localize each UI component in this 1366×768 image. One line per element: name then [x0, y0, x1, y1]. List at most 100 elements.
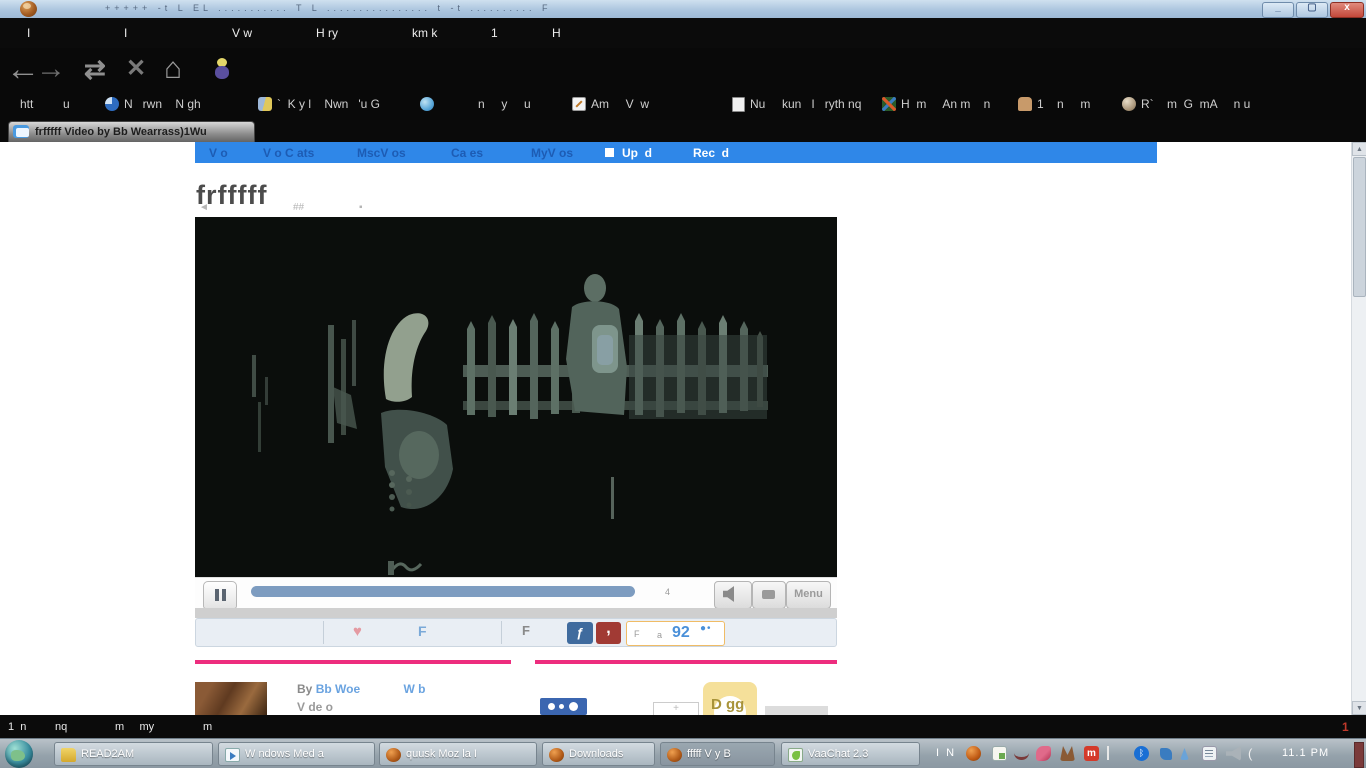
- close-button[interactable]: x: [1330, 2, 1364, 18]
- folder-icon: [61, 748, 76, 762]
- fullscreen-button[interactable]: [752, 581, 786, 609]
- author-link[interactable]: Bb Woe: [316, 682, 360, 696]
- separator-right: [535, 660, 837, 664]
- site-nav-link[interactable]: Ca es: [451, 146, 483, 160]
- taskbar-button-mozilla[interactable]: quusk Moz la I: [379, 742, 537, 766]
- notes-tray-icon[interactable]: [992, 746, 1007, 761]
- progress-bar[interactable]: [251, 586, 635, 597]
- record-link[interactable]: Rec d: [693, 146, 729, 160]
- heart-icon[interactable]: ♥: [353, 623, 362, 640]
- menu-history[interactable]: H ry: [316, 26, 338, 40]
- swoosh-tray-icon[interactable]: [1014, 746, 1029, 760]
- muted-speaker-icon[interactable]: [1226, 746, 1241, 761]
- pause-button[interactable]: [203, 581, 237, 609]
- web-link[interactable]: W b: [403, 682, 425, 696]
- favorite-link[interactable]: F: [418, 623, 427, 639]
- player-controls-strip: [195, 608, 837, 618]
- share-red-button[interactable]: ,: [596, 622, 621, 644]
- profile-icon[interactable]: [214, 58, 230, 80]
- scroll-up-arrow[interactable]: ▲: [1352, 142, 1366, 156]
- site-nav-link[interactable]: V o: [209, 146, 228, 160]
- volume-button[interactable]: [714, 581, 752, 609]
- menu-file[interactable]: I: [27, 26, 30, 40]
- site-nav-link[interactable]: V o C ats: [263, 146, 314, 160]
- byline: By Bb Woe W b: [297, 682, 425, 696]
- bookmark-item[interactable]: u: [63, 97, 70, 111]
- share-plus-box[interactable]: +: [653, 702, 699, 715]
- player-menu-button[interactable]: Menu: [786, 581, 831, 609]
- brown-tray-icon[interactable]: [1060, 746, 1075, 761]
- menu-help[interactable]: H: [552, 26, 561, 40]
- site-nav-link[interactable]: MyV os: [531, 146, 573, 160]
- bookmark-item[interactable]: htt: [20, 97, 33, 111]
- firefox-tray-icon[interactable]: [966, 746, 981, 761]
- bookmark-item[interactable]: [420, 97, 439, 112]
- maximize-button[interactable]: ▢: [1296, 2, 1328, 18]
- player-controls: 4 Menu: [195, 577, 837, 609]
- menu-view[interactable]: V w: [232, 26, 252, 40]
- clipboard-tray-icon[interactable]: [1202, 746, 1217, 761]
- bookmark-item[interactable]: Am V w: [572, 97, 649, 112]
- video-label: V de o: [297, 700, 333, 714]
- social-bar: ♥ F F ƒ , F a 92 ●•: [195, 618, 837, 647]
- tab-favicon-tv-icon: [13, 125, 29, 138]
- refresh-icon[interactable]: ⇄: [84, 48, 106, 90]
- taskbar-button-chat[interactable]: VaaChat 2.3: [781, 742, 920, 766]
- share-dots-button[interactable]: [540, 698, 587, 715]
- scrollbar-thumb[interactable]: [1353, 157, 1366, 297]
- back-icon[interactable]: ←: [6, 48, 40, 90]
- menu-bookmarks[interactable]: km k: [412, 26, 437, 40]
- share-gray-box[interactable]: [765, 706, 828, 715]
- audio-meta-icon: ◄: [199, 202, 209, 213]
- system-tray: I N m ᛒ ( 11.1 PM: [926, 739, 1366, 768]
- page-content: V o V o C ats MscV os Ca es MyV os Up d …: [0, 142, 1366, 715]
- firefox-app-icon: [20, 1, 37, 17]
- digg-button[interactable]: D gg: [703, 682, 757, 715]
- tab-active[interactable]: frfffff Video by Bb Wearrass)1Wu: [8, 121, 255, 143]
- emule-tray-icon[interactable]: m: [1084, 746, 1099, 761]
- bookmark-item[interactable]: ` K y l Nwn 'u G: [258, 97, 380, 112]
- share-facebook-button[interactable]: ƒ: [567, 622, 593, 644]
- home-icon[interactable]: ⌂: [164, 48, 182, 90]
- language-indicator[interactable]: I N: [936, 747, 956, 759]
- video-player[interactable]: [195, 217, 837, 577]
- time-indicator: 4: [665, 587, 670, 597]
- flag-link[interactable]: F: [522, 623, 530, 638]
- bookmark-item[interactable]: N rwn N gh: [105, 97, 201, 112]
- pink-tray-icon[interactable]: [1036, 746, 1051, 761]
- bluetooth-icon[interactable]: ᛒ: [1134, 746, 1149, 761]
- taskbar-button-readzam[interactable]: READ2AM: [54, 742, 213, 766]
- menu-edit[interactable]: I: [124, 26, 127, 40]
- minimize-button[interactable]: _: [1262, 2, 1294, 18]
- taskbar-button-downloads[interactable]: Downloads: [542, 742, 655, 766]
- blue-tray-icon[interactable]: [1160, 748, 1172, 760]
- bookmark-item[interactable]: Nu kun I ryth nq: [732, 97, 861, 113]
- taskbar-button-windows-media[interactable]: W ndows Med a: [218, 742, 375, 766]
- clock[interactable]: 11.1 PM: [1282, 747, 1329, 759]
- blue-tray-icon-2[interactable]: [1180, 748, 1189, 760]
- count-prefix2: a: [657, 630, 662, 640]
- show-desktop-edge[interactable]: [1354, 742, 1364, 768]
- scroll-down-arrow[interactable]: ▼: [1352, 701, 1366, 715]
- bookmark-item[interactable]: n y u: [478, 97, 531, 111]
- bookmark-item[interactable]: R` m G mA n u: [1122, 97, 1250, 112]
- video-frame-scene: [195, 217, 837, 577]
- taskbar-button-current-video[interactable]: fffff V y B: [660, 742, 775, 766]
- stop-icon[interactable]: ✕: [126, 48, 146, 90]
- x-mark-icon: [882, 97, 896, 111]
- video-thumbnail[interactable]: [195, 682, 267, 715]
- menu-tools[interactable]: 1: [491, 26, 498, 40]
- pin-icon: [105, 97, 119, 111]
- site-nav-link[interactable]: MscV os: [357, 146, 406, 160]
- people-icon: [258, 97, 272, 111]
- start-button[interactable]: [5, 740, 33, 768]
- bookmark-item[interactable]: H m An m n: [882, 97, 990, 112]
- bookmark-item[interactable]: 1 n m: [1018, 97, 1090, 112]
- forward-icon[interactable]: →: [36, 48, 66, 90]
- document-icon: [732, 97, 745, 112]
- status-item: nq: [55, 721, 67, 733]
- page-scrollbar[interactable]: ▲ ▼: [1351, 142, 1366, 715]
- firefox-icon: [667, 748, 682, 762]
- upload-link[interactable]: Up d: [605, 146, 652, 160]
- separator-left: [195, 660, 511, 664]
